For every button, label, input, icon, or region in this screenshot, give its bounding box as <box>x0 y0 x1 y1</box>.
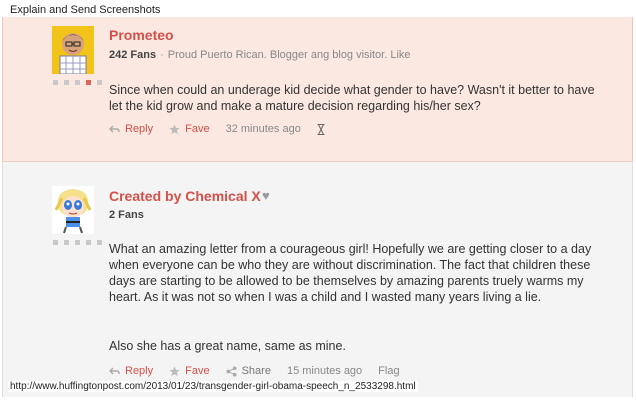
comment-body-secondary: Also she has a great name, same as mine. <box>109 339 346 353</box>
window-title: Explain and Send Screenshots <box>0 0 636 17</box>
fave-button[interactable]: Fave <box>169 365 210 377</box>
reply-button[interactable]: Reply <box>109 365 153 377</box>
comment-actions: Reply Fave Share 15 minutes ago Flag <box>109 365 400 377</box>
user-avatar[interactable] <box>52 186 94 234</box>
hourglass-icon <box>317 123 325 135</box>
share-icon <box>226 365 237 377</box>
rank-dot <box>64 80 69 85</box>
source-url: http://www.huffingtonpost.com/2013/01/23… <box>8 381 418 392</box>
flag-link[interactable]: Flag <box>378 365 399 377</box>
rank-dots <box>53 80 102 85</box>
rank-dot <box>53 80 58 85</box>
reply-button[interactable]: Reply <box>109 123 153 135</box>
comment-actions: Reply Fave 32 minutes ago <box>109 123 325 135</box>
username-link[interactable]: Created by Chemical X <box>109 188 261 204</box>
rank-dot-active <box>86 80 91 85</box>
rank-dots <box>53 240 102 245</box>
star-icon <box>169 365 180 376</box>
fans-count[interactable]: 242 Fans <box>109 49 156 61</box>
timestamp[interactable]: 32 minutes ago <box>226 123 301 135</box>
user-meta: 2 Fans <box>109 209 144 221</box>
username-link[interactable]: Prometeo <box>109 27 174 43</box>
fans-count[interactable]: 2 Fans <box>109 209 144 221</box>
reply-label: Reply <box>125 123 154 135</box>
fave-label: Fave <box>185 123 210 135</box>
reply-icon <box>109 125 120 132</box>
comment-body: Since when could an underage kid decide … <box>109 83 595 113</box>
reply-label: Reply <box>125 365 154 377</box>
rank-dot <box>86 240 91 245</box>
star-icon <box>169 123 180 134</box>
timestamp[interactable]: 15 minutes ago <box>287 365 362 377</box>
comment-body: What an amazing letter from a courageous… <box>109 242 592 304</box>
reply-icon <box>109 367 120 374</box>
fave-button[interactable]: Fave <box>169 123 210 135</box>
user-avatar[interactable] <box>52 26 94 74</box>
share-label: Share <box>241 365 271 377</box>
heart-icon[interactable]: ♥ <box>262 188 270 203</box>
comment-card-highlighted: Prometeo 242 Fans · Proud Puerto Rican. Bl… <box>2 17 633 162</box>
rank-dot <box>97 80 102 85</box>
fave-label: Fave <box>185 365 210 377</box>
share-button[interactable]: Share <box>226 365 271 377</box>
rank-dot <box>97 240 102 245</box>
comment-card: Created by Chemical X ♥ 2 Fans What an a… <box>2 162 633 397</box>
rank-dot <box>75 80 80 85</box>
rank-dot <box>64 240 69 245</box>
rank-dot <box>53 240 58 245</box>
user-bio: Proud Puerto Rican. Blogger ang blog vis… <box>167 49 411 61</box>
meta-separator: · <box>160 49 164 61</box>
user-meta: 242 Fans · Proud Puerto Rican. Blogger ang… <box>109 49 411 61</box>
rank-dot <box>75 240 80 245</box>
